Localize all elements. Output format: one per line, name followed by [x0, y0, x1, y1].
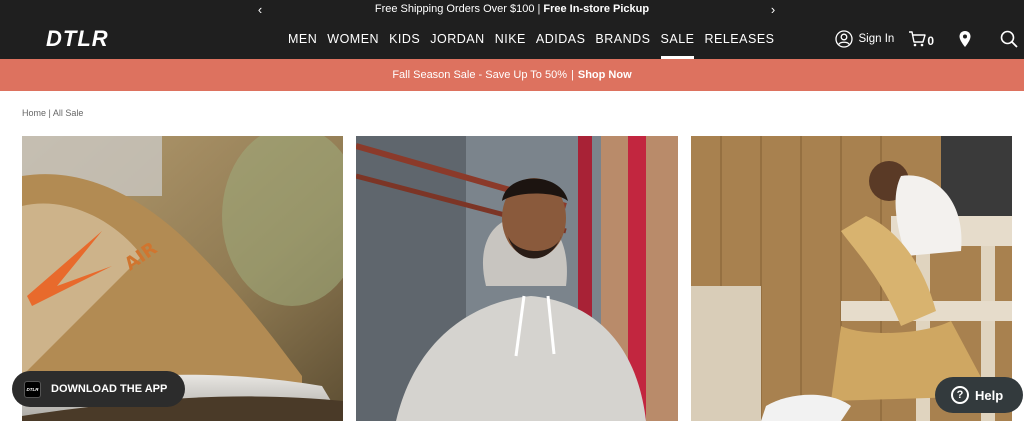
- cart-icon: [909, 30, 927, 46]
- app-logo-icon: DTLR: [24, 380, 41, 398]
- nav-item-kids[interactable]: KIDS: [389, 18, 420, 59]
- promo-next-icon[interactable]: ›: [763, 0, 783, 18]
- search-icon[interactable]: [1000, 30, 1018, 48]
- nav-item-women[interactable]: WOMEN: [327, 18, 379, 59]
- site-header: DTLR MEN WOMEN KIDS JORDAN NIKE ADIDAS B…: [0, 18, 1024, 59]
- nav-item-sale[interactable]: SALE: [660, 18, 695, 59]
- nav-item-adidas[interactable]: ADIDAS: [536, 18, 586, 59]
- sign-in-label: Sign In: [858, 32, 895, 45]
- nav-item-brands[interactable]: BRANDS: [595, 18, 650, 59]
- dtlr-logo[interactable]: DTLR: [46, 26, 109, 52]
- hoodie-promo-image[interactable]: [356, 136, 678, 421]
- breadcrumb-separator: |: [46, 108, 53, 118]
- promo-text: Free Shipping Orders Over $100 |: [374, 3, 541, 15]
- nav-item-nike[interactable]: NIKE: [495, 18, 526, 59]
- download-app-label: DOWNLOAD THE APP: [51, 383, 168, 395]
- store-locator-icon[interactable]: [958, 30, 972, 48]
- nav-item-men[interactable]: MEN: [288, 18, 317, 59]
- help-label: Help: [975, 387, 1004, 403]
- cart-button[interactable]: 0: [908, 30, 934, 48]
- sign-in-button[interactable]: Sign In: [834, 29, 895, 48]
- breadcrumb: Home | All Sale: [22, 108, 83, 118]
- promo-prev-icon[interactable]: ‹: [250, 0, 270, 18]
- main-nav: MEN WOMEN KIDS JORDAN NIKE ADIDAS BRANDS…: [283, 18, 780, 59]
- header-actions: Sign In 0: [834, 18, 1024, 59]
- promo-pickup-text: Free In-store Pickup: [543, 3, 650, 15]
- question-icon: ?: [951, 386, 969, 404]
- breadcrumb-home[interactable]: Home: [22, 108, 46, 118]
- sale-banner-separator: |: [571, 69, 574, 81]
- download-app-button[interactable]: DTLR DOWNLOAD THE APP: [12, 371, 185, 407]
- cart-count: 0: [927, 33, 934, 48]
- sale-banner: Fall Season Sale - Save Up To 50% | Shop…: [0, 59, 1024, 91]
- nav-item-releases[interactable]: RELEASES: [704, 18, 774, 59]
- promo-bar: ‹ Free Shipping Orders Over $100 | Free …: [0, 0, 1024, 18]
- user-icon: [834, 29, 853, 48]
- sale-banner-text: Fall Season Sale - Save Up To 50%: [392, 69, 568, 81]
- nav-item-jordan[interactable]: JORDAN: [430, 18, 484, 59]
- shop-now-link[interactable]: Shop Now: [578, 69, 632, 81]
- help-button[interactable]: ? Help: [935, 377, 1023, 413]
- breadcrumb-current: All Sale: [52, 108, 84, 118]
